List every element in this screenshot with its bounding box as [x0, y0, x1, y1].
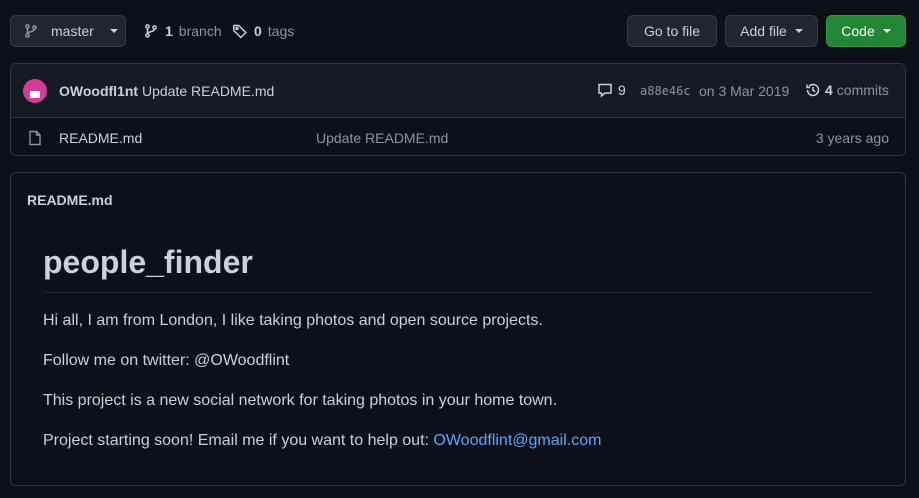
tag-icon: [232, 23, 248, 39]
contact-text: Project starting soon! Email me if you w…: [43, 432, 434, 449]
commit-message[interactable]: Update README.md: [142, 83, 274, 99]
readme-filename[interactable]: README.md: [27, 192, 113, 208]
comment-icon: [597, 82, 613, 98]
file-age: 3 years ago: [815, 130, 889, 146]
commit-author[interactable]: OWoodfl1nt: [59, 83, 138, 99]
tags-label: tags: [267, 23, 295, 39]
repo-toolbar: master 1 branch 0 tags Go to file Add fi…: [10, 15, 906, 47]
commit-sha[interactable]: a88e46c: [640, 84, 691, 98]
email-link[interactable]: OWoodflint@gmail.com: [433, 432, 601, 449]
latest-commit-bar: OWoodfl1nt Update README.md 9 a88e46c on…: [11, 64, 905, 118]
branch-icon: [23, 23, 39, 39]
list-item[interactable]: README.md Update README.md 3 years ago: [11, 119, 905, 155]
add-file-label: Add file: [740, 23, 787, 39]
readme-paragraph: This project is a new social network for…: [43, 392, 558, 409]
branch-name: master: [51, 23, 94, 39]
file-last-commit[interactable]: Update README.md: [316, 130, 448, 146]
commits-label: commits: [836, 82, 889, 98]
tags-link[interactable]: 0 tags: [232, 15, 294, 47]
chevron-down-icon: [882, 29, 891, 33]
file-icon: [27, 130, 43, 146]
code-label: Code: [841, 23, 875, 39]
history-icon: [805, 82, 821, 98]
readme-paragraph: Hi all, I am from London, I like taking …: [43, 312, 543, 329]
commits-history-link[interactable]: 4 commits: [805, 82, 889, 98]
branches-label: branch: [178, 23, 222, 39]
branch-icon: [143, 23, 159, 39]
commit-date: on 3 Mar 2019: [699, 83, 790, 99]
commit-comments[interactable]: 9: [597, 82, 626, 98]
add-file-button[interactable]: Add file: [725, 15, 818, 47]
branches-count: 1: [165, 23, 173, 39]
file-browser: OWoodfl1nt Update README.md 9 a88e46c on…: [10, 63, 906, 156]
readme-paragraph: Follow me on twitter: @OWoodflint: [43, 352, 290, 369]
divider: [43, 292, 874, 293]
readme-paragraph-contact: Project starting soon! Email me if you w…: [43, 432, 601, 450]
commits-count: 4: [825, 82, 833, 98]
go-to-file-button[interactable]: Go to file: [627, 15, 717, 47]
code-button[interactable]: Code: [826, 15, 906, 47]
chevron-down-icon: [794, 29, 803, 33]
readme-heading: people_finder: [43, 244, 253, 280]
avatar[interactable]: [23, 79, 47, 103]
branch-select-button[interactable]: master: [10, 15, 126, 47]
readme-panel: README.md people_finder Hi all, I am fro…: [10, 172, 906, 486]
comment-count: 9: [618, 82, 626, 98]
tags-count: 0: [254, 23, 262, 39]
branches-link[interactable]: 1 branch: [143, 15, 222, 47]
file-name[interactable]: README.md: [59, 130, 142, 146]
chevron-down-icon: [109, 29, 118, 33]
